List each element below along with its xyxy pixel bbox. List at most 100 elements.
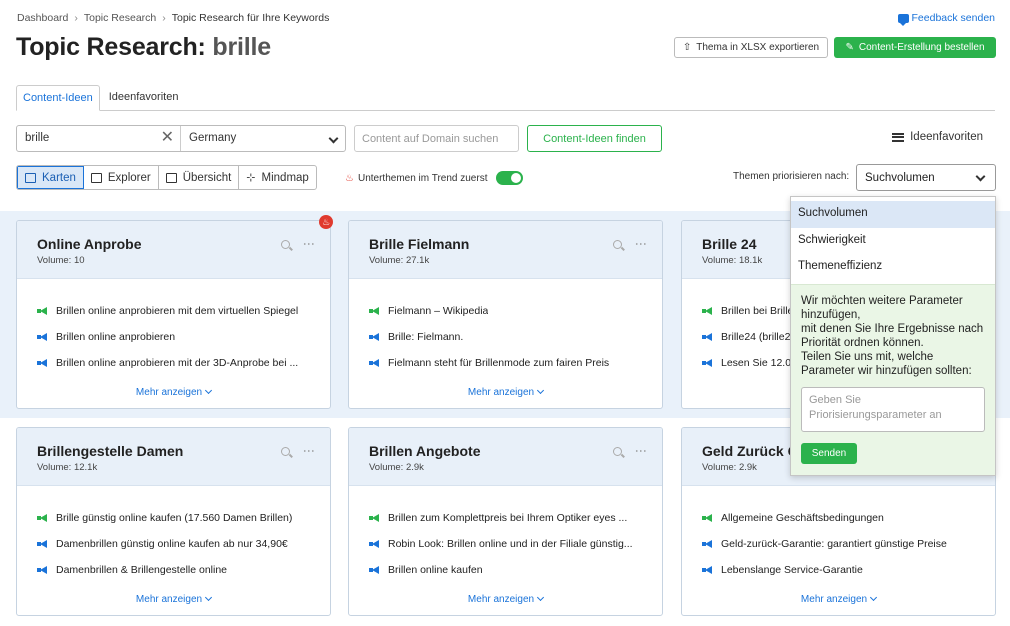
headline-item[interactable]: Brille: Fielmann. bbox=[369, 324, 642, 350]
clear-icon[interactable]: ✕ bbox=[161, 130, 174, 146]
tab-divider bbox=[16, 110, 995, 111]
search-icon[interactable] bbox=[613, 446, 622, 456]
card-headlines: Brillen zum Komplettpreis bei Ihrem Opti… bbox=[349, 486, 662, 583]
more-options-icon[interactable]: ⋮ bbox=[302, 238, 316, 250]
option-search-volume[interactable]: Suchvolumen bbox=[791, 201, 995, 228]
search-icon[interactable] bbox=[613, 239, 622, 249]
card-tools: ⋮ bbox=[613, 238, 648, 250]
order-content-button[interactable]: ✎ Content-Erstellung bestellen bbox=[834, 37, 996, 58]
headline-text: Brillen zum Komplettpreis bei Ihrem Opti… bbox=[388, 512, 628, 524]
more-options-icon[interactable]: ⋮ bbox=[302, 445, 316, 457]
headline-text: Brille günstig online kaufen (17.560 Dam… bbox=[56, 512, 293, 524]
volume-value: 27.1k bbox=[405, 255, 430, 266]
show-more-link[interactable]: Mehr anzeigen bbox=[17, 386, 330, 398]
headline-text: Damenbrillen & Brillengestelle online bbox=[56, 564, 228, 576]
headline-item[interactable]: Robin Look: Brillen online und in der Fi… bbox=[369, 531, 642, 557]
order-label: Content-Erstellung bestellen bbox=[858, 42, 985, 53]
breadcrumb-topic-research[interactable]: Topic Research bbox=[84, 12, 156, 24]
domain-search-input[interactable]: Content auf Domain suchen bbox=[354, 125, 519, 152]
card-tools: ⋮ bbox=[281, 445, 316, 457]
view-cards[interactable]: Karten bbox=[17, 166, 84, 189]
chevron-down-icon bbox=[205, 593, 213, 602]
card-header: Brille Fielmann Volume: 27.1k ⋮ bbox=[349, 221, 662, 279]
headline-item[interactable]: Brillen online anprobieren mit der 3D-An… bbox=[37, 350, 310, 376]
card-volume: Volume: 12.1k bbox=[37, 462, 310, 473]
chevron-down-icon bbox=[537, 593, 545, 602]
megaphone-icon bbox=[702, 306, 713, 316]
export-xlsx-button[interactable]: ⇧ Thema in XLSX exportieren bbox=[674, 37, 828, 58]
chevron-down-icon bbox=[537, 386, 545, 395]
topic-card[interactable]: Brille Fielmann Volume: 27.1k ⋮ Fielmann – … bbox=[348, 220, 663, 409]
headline-item[interactable]: Damenbrillen günstig online kaufen ab nu… bbox=[37, 531, 310, 557]
headline-item[interactable]: Brillen online kaufen bbox=[369, 557, 642, 583]
feedback-label: Feedback senden bbox=[911, 12, 995, 24]
breadcrumb-dashboard[interactable]: Dashboard bbox=[17, 12, 68, 24]
find-ideas-button[interactable]: Content-Ideen finden bbox=[527, 125, 662, 152]
view-explorer[interactable]: Explorer bbox=[84, 166, 159, 189]
search-icon[interactable] bbox=[281, 446, 290, 456]
headline-item[interactable]: Brillen zum Komplettpreis bei Ihrem Opti… bbox=[369, 505, 642, 531]
breadcrumb-separator: › bbox=[74, 12, 78, 24]
megaphone-icon bbox=[702, 565, 713, 575]
headline-text: Brillen online anprobieren mit der 3D-An… bbox=[56, 357, 299, 369]
headline-item[interactable]: Allgemeine Geschäftsbedingungen bbox=[702, 505, 975, 531]
headline-item[interactable]: Brille günstig online kaufen (17.560 Dam… bbox=[37, 505, 310, 531]
table-icon bbox=[90, 172, 102, 183]
show-more-link[interactable]: Mehr anzeigen bbox=[349, 593, 662, 605]
megaphone-icon bbox=[37, 513, 48, 523]
send-button[interactable]: Senden bbox=[801, 443, 857, 464]
trend-toggle[interactable] bbox=[496, 171, 524, 185]
tab-content-ideas[interactable]: Content-Ideen bbox=[16, 85, 100, 111]
more-options-icon[interactable]: ⋮ bbox=[634, 445, 648, 457]
headline-text: Brillen online anprobieren mit dem virtu… bbox=[56, 305, 299, 317]
prioritize-select[interactable]: Suchvolumen bbox=[856, 164, 996, 191]
list-icon bbox=[892, 132, 905, 142]
headline-text: Fielmann – Wikipedia bbox=[388, 305, 489, 317]
option-difficulty[interactable]: Schwierigkeit bbox=[791, 228, 995, 255]
show-more-link[interactable]: Mehr anzeigen bbox=[682, 593, 995, 605]
show-more-link[interactable]: Mehr anzeigen bbox=[17, 593, 330, 605]
mindmap-icon: ⊹ bbox=[246, 172, 256, 184]
tab-idea-favorites[interactable]: Ideenfavoriten bbox=[100, 85, 185, 111]
view-mindmap[interactable]: ⊹ Mindmap bbox=[239, 166, 316, 189]
chevron-down-icon bbox=[328, 133, 339, 144]
headline-item[interactable]: Fielmann – Wikipedia bbox=[369, 298, 642, 324]
breadcrumb-current: Topic Research für Ihre Keywords bbox=[171, 12, 330, 24]
view-overview[interactable]: Übersicht bbox=[159, 166, 240, 189]
topic-card[interactable]: Brillen Angebote Volume: 2.9k ⋮ Brillen zum… bbox=[348, 427, 663, 616]
country-select[interactable]: Germany bbox=[181, 126, 345, 151]
headline-item[interactable]: Lebenslange Service-Garantie bbox=[702, 557, 975, 583]
parameter-textarea[interactable]: Geben Sie Priorisierungsparameter an bbox=[801, 387, 985, 432]
chevron-down-icon bbox=[975, 171, 986, 182]
trend-toggle-row: ♨ Unterthemen im Trend zuerst bbox=[345, 171, 524, 185]
export-label: Thema in XLSX exportieren bbox=[696, 42, 820, 53]
show-more-label: Mehr anzeigen bbox=[135, 387, 203, 398]
speech-bubble-icon bbox=[897, 13, 909, 26]
prioritize-label: Themen priorisieren nach: bbox=[733, 171, 850, 182]
megaphone-icon bbox=[369, 513, 380, 523]
headline-text: Allgemeine Geschäftsbedingungen bbox=[721, 512, 884, 524]
volume-prefix: Volume: bbox=[369, 462, 406, 473]
topic-card[interactable]: Brillengestelle Damen Volume: 12.1k ⋮ Brill… bbox=[16, 427, 331, 616]
view-mindmap-label: Mindmap bbox=[261, 171, 309, 184]
view-cards-label: Karten bbox=[42, 171, 76, 184]
feedback-link[interactable]: Feedback senden bbox=[897, 12, 995, 26]
headline-item[interactable]: Geld-zurück-Garantie: garantiert günstig… bbox=[702, 531, 975, 557]
favorites-link[interactable]: Ideenfavoriten bbox=[892, 131, 983, 143]
headline-item[interactable]: Damenbrillen & Brillengestelle online bbox=[37, 557, 310, 583]
search-icon[interactable] bbox=[281, 239, 290, 249]
headline-item[interactable]: Brillen online anprobieren bbox=[37, 324, 310, 350]
view-explorer-label: Explorer bbox=[107, 171, 151, 184]
keyword-input[interactable]: brille ✕ bbox=[17, 126, 181, 151]
show-more-link[interactable]: Mehr anzeigen bbox=[349, 386, 662, 398]
more-options-icon[interactable]: ⋮ bbox=[634, 238, 648, 250]
card-tools: ⋮ bbox=[613, 445, 648, 457]
headline-item[interactable]: Fielmann steht für Brillenmode zum faire… bbox=[369, 350, 642, 376]
option-topic-efficiency[interactable]: Themeneffizienz bbox=[791, 254, 995, 281]
headline-text: Lebenslange Service-Garantie bbox=[721, 564, 863, 576]
topic-card[interactable]: Online Anprobe Volume: 10 ⋮ Brillen online … bbox=[16, 220, 331, 409]
headline-text: Lesen Sie 12.01 bbox=[721, 357, 797, 369]
headline-text: Brillen online kaufen bbox=[388, 564, 483, 576]
headline-item[interactable]: Brillen online anprobieren mit dem virtu… bbox=[37, 298, 310, 324]
megaphone-icon bbox=[37, 565, 48, 575]
